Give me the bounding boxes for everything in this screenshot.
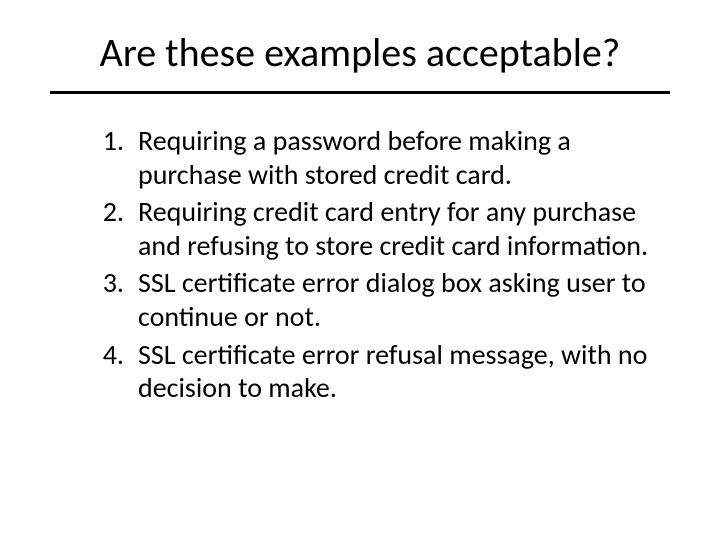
list-item: SSL certificate error dialog box asking … — [80, 266, 670, 333]
example-list: Requiring a password before making a pur… — [50, 124, 670, 405]
list-item: Requiring a password before making a pur… — [80, 124, 670, 191]
list-item: SSL certificate error refusal message, w… — [80, 338, 670, 405]
list-item: Requiring credit card entry for any purc… — [80, 195, 670, 262]
slide-title: Are these examples acceptable? — [50, 28, 670, 91]
title-divider — [50, 91, 670, 94]
